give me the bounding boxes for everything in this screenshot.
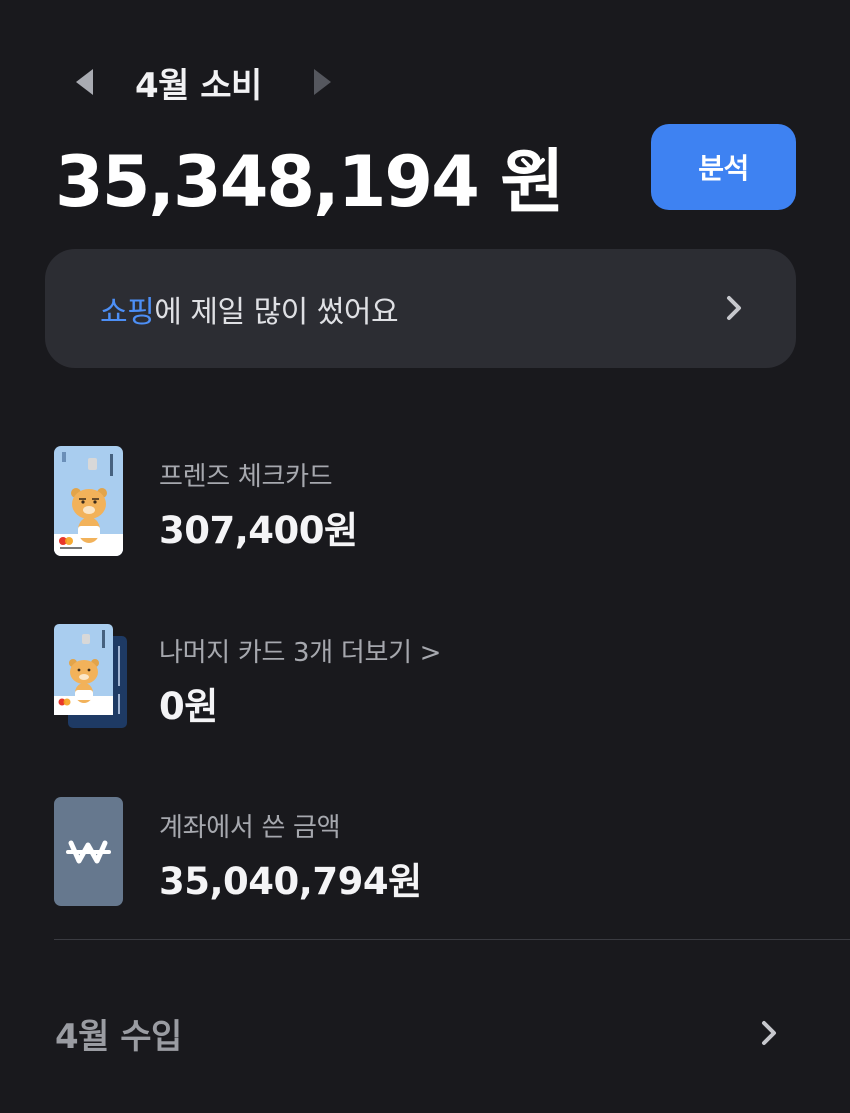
section-divider (54, 939, 850, 940)
list-item-account[interactable]: 계좌에서 쓴 금액 35,040,794원 (54, 797, 774, 906)
more-cards-link[interactable]: 나머지 카드 3개 더보기 > (159, 632, 441, 669)
next-month-button[interactable] (312, 68, 336, 96)
insight-text: 쇼핑에 제일 많이 썼어요 (100, 287, 399, 331)
chevron-down-icon (521, 158, 545, 172)
friends-card-icon (54, 446, 123, 556)
list-item-more-cards[interactable]: 나머지 카드 3개 더보기 > 0원 (54, 624, 774, 730)
card-name: 프렌즈 체크카드 (159, 462, 333, 492)
list-item-friends-card[interactable]: 프렌즈 체크카드 307,400원 (54, 446, 774, 556)
insight-category: 쇼핑 (100, 295, 155, 330)
income-title: 4월 수입 (55, 1017, 182, 1057)
chevron-right-icon (762, 1021, 776, 1045)
more-cards-amount: 0원 (159, 685, 218, 728)
month-title: 4월 소비 (135, 66, 262, 106)
prev-month-button[interactable] (74, 68, 98, 96)
account-label: 계좌에서 쓴 금액 (159, 813, 341, 843)
analyze-button[interactable]: 분석 (651, 124, 796, 210)
chevron-right-icon (727, 296, 741, 320)
card-amount: 307,400원 (159, 509, 358, 552)
total-dropdown-button[interactable] (516, 148, 550, 182)
triangle-right-icon (314, 69, 331, 95)
insight-message: 에 제일 많이 썼어요 (154, 295, 399, 330)
total-spending-amount: 35,348,194 원 (55, 141, 565, 223)
account-amount: 35,040,794원 (159, 860, 422, 903)
card-stack-icon (54, 624, 129, 730)
insight-banner[interactable]: 쇼핑에 제일 많이 썼어요 (45, 249, 796, 368)
won-account-icon (54, 797, 123, 906)
triangle-left-icon (76, 69, 93, 95)
